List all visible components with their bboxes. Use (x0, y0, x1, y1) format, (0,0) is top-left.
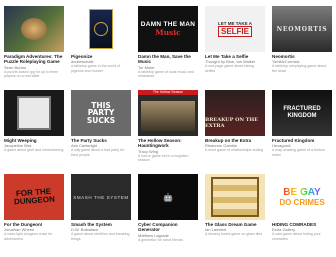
game-card[interactable]: Pigeonize andrewchalk a tabletop game in… (71, 6, 131, 86)
game-thumbnail[interactable]: DAMN THE MAN Music (138, 6, 198, 52)
game-card[interactable]: THIS PARTY SUCKS The Party Sucks Ash Car… (71, 90, 131, 170)
thumbnail-text: Music (155, 28, 181, 37)
thumbnail-text: SUCKS (86, 115, 116, 125)
game-card[interactable]: FRACTURED KINGDOM Fractured Kingdom Hexa… (272, 90, 332, 170)
thumbnail-text: NEOMORTIS (276, 25, 328, 33)
game-title[interactable]: The Hollow Season: Hauntingwork (138, 138, 198, 149)
game-title[interactable]: Damn the Man, Save the Music (138, 54, 198, 65)
thumbnail-text: FRACTURED KINGDOM (283, 106, 321, 119)
game-thumbnail[interactable]: The Hollow Season (138, 90, 198, 136)
game-description: A card game about hiding your comrades (272, 232, 321, 241)
thumbnail-text: DO CRIMES (279, 198, 325, 207)
thumbnail-banner: The Hollow Season (138, 90, 198, 95)
game-card[interactable]: NEOMORTIS Neomortis TomMcCormick A table… (272, 6, 332, 86)
game-thumbnail[interactable]: NEOMORTIS (272, 6, 332, 52)
board-art (211, 177, 259, 217)
game-card[interactable]: The Glass Dream Game Ian Lambert A dream… (205, 174, 265, 254)
game-thumbnail[interactable]: LET ME TAKE A SELFIE (205, 6, 265, 52)
thumbnail-text: SELFIE (217, 26, 252, 37)
game-description: A map-drawing game of a broken realm (272, 148, 325, 157)
game-description: A game about rebellion and breaking thin… (71, 232, 130, 241)
game-thumbnail[interactable] (205, 174, 265, 220)
game-thumbnail[interactable] (4, 90, 64, 136)
game-thumbnail[interactable]: 🤖 (138, 174, 198, 220)
game-thumbnail[interactable] (71, 6, 131, 52)
game-card[interactable]: DAMN THE MAN Music Damn the Man, Save th… (138, 6, 198, 86)
game-description: a tabletop game in the world of pigeons … (71, 64, 121, 73)
thumbnail-text: DUNGEON (13, 194, 55, 207)
game-description: A dreamy board game on glass tiles (205, 232, 263, 237)
thumbnail-text: BE GAY (283, 187, 321, 198)
game-thumbnail[interactable]: BREAKUP ON THE EXTRA (205, 90, 265, 136)
game-card[interactable]: Might Weeping Jacqueline Bird A game abo… (4, 90, 64, 170)
game-description: A game about grief and remembering (4, 148, 64, 153)
game-description: A horror game set in a forgotten season (138, 153, 189, 163)
game-card[interactable]: SMASH THE SYSTEM Smash the System D.W. B… (71, 174, 131, 254)
game-description: A silly game about a bad party for tired… (71, 148, 125, 157)
game-description: A tabletop roleplaying game about the de… (272, 64, 327, 73)
game-card[interactable]: FOR THE DUNGEON For the Dungeon! Jonatha… (4, 174, 64, 254)
game-card[interactable]: BREAKUP ON THE EXTRA Breakup on the Extr… (205, 90, 265, 170)
game-grid: Paradigm Adventures: The Puzzle Roleplay… (4, 6, 332, 254)
game-thumbnail[interactable]: BE GAY DO CRIMES (272, 174, 332, 220)
game-card[interactable]: 🤖 Cyber Companion Generator Matthew Lagr… (138, 174, 198, 254)
game-description: A tabletop game of local music and resis… (138, 69, 194, 79)
game-description: A short game of relationships ending (205, 148, 264, 153)
game-card[interactable]: LET ME TAKE A SELFIE Let Me Take a Selfi… (205, 6, 265, 86)
game-description: A generator for robot friends (138, 237, 183, 242)
robot-icon: 🤖 (163, 192, 173, 202)
game-thumbnail[interactable] (4, 6, 64, 52)
game-description: A rules-light dungeon crawl for adventur… (4, 232, 53, 241)
game-card[interactable]: Paradigm Adventures: The Puzzle Roleplay… (4, 6, 64, 86)
game-title[interactable]: Cyber Companion Generator (138, 222, 198, 233)
book-cover-art (89, 9, 113, 49)
thumbnail-text: SMASH THE SYSTEM (73, 194, 129, 200)
thumbnail-text: DAMN THE MAN (140, 21, 196, 28)
game-thumbnail[interactable]: SMASH THE SYSTEM (71, 174, 131, 220)
game-card[interactable]: The Hollow Season The Hollow Season: Hau… (138, 90, 198, 170)
game-title[interactable]: Paradigm Adventures: The Puzzle Roleplay… (4, 54, 64, 65)
game-description: A puzzle-based rpg for up to three playe… (4, 69, 59, 79)
creature-art (21, 18, 47, 40)
game-card[interactable]: BE GAY DO CRIMES HIDING COMRADES Extra G… (272, 174, 332, 254)
thumbnail-text: BREAKUP ON THE EXTRA (205, 117, 259, 129)
game-thumbnail[interactable]: FRACTURED KINGDOM (272, 90, 332, 136)
game-description: A one-page game about taking selfies (205, 64, 254, 73)
portrait-art (17, 96, 51, 130)
game-thumbnail[interactable]: FOR THE DUNGEON (4, 174, 64, 220)
scene-art (141, 101, 195, 131)
game-thumbnail[interactable]: THIS PARTY SUCKS (71, 90, 131, 136)
